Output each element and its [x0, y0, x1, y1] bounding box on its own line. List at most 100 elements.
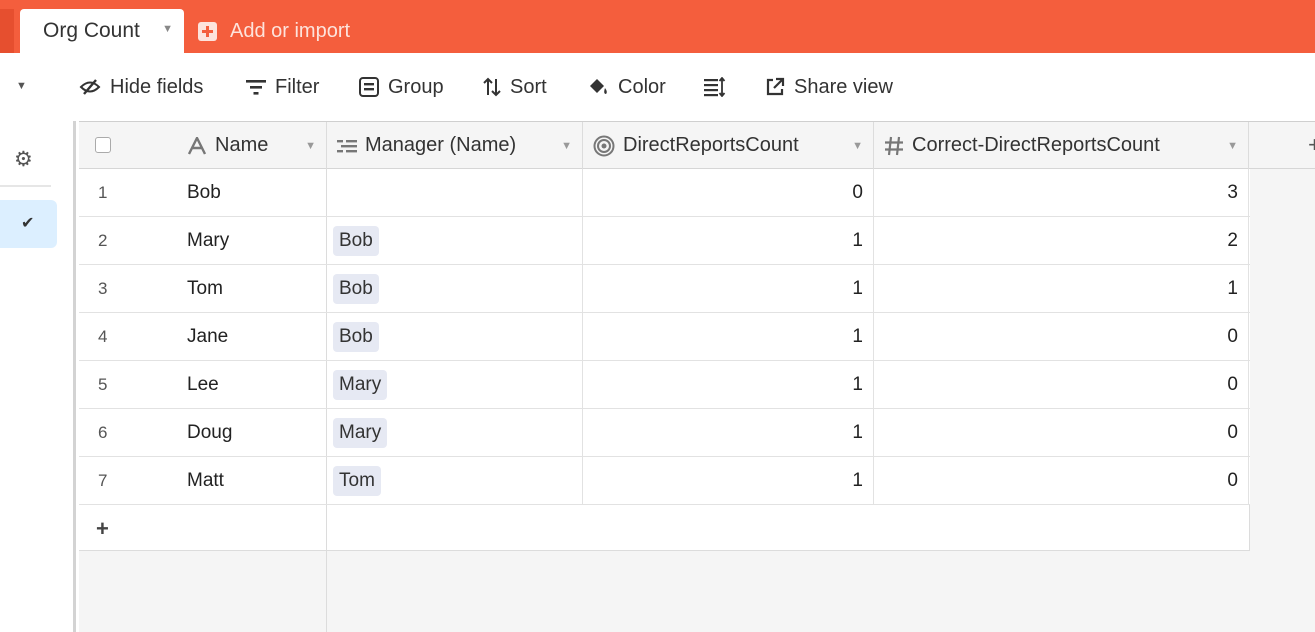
table-row[interactable]: 3 Tom Bob 1 1	[79, 265, 1250, 313]
cell-direct-reports-count[interactable]: 1	[583, 313, 874, 360]
row-number: 5	[98, 374, 108, 394]
sidebar-item-selected-view[interactable]: ✔	[0, 200, 57, 248]
cell-direct-reports-count[interactable]: 1	[583, 361, 874, 408]
cell-manager[interactable]: Mary	[327, 409, 583, 456]
text-field-icon	[187, 136, 207, 155]
linked-record-chip[interactable]: Bob	[333, 273, 379, 304]
color-button[interactable]: Color	[587, 73, 666, 101]
add-or-import-button[interactable]: Add or import	[198, 9, 350, 53]
table-row[interactable]: 6 Doug Mary 1 0	[79, 409, 1250, 457]
cell-name[interactable]: Bob	[187, 169, 327, 216]
linked-record-chip[interactable]: Mary	[333, 417, 388, 448]
add-field-button[interactable]: +	[1249, 122, 1315, 169]
chevron-down-icon[interactable]: ▼	[1227, 140, 1238, 152]
cell-direct-reports-count[interactable]: 1	[583, 409, 874, 456]
header-name-content: Name	[187, 134, 268, 157]
row-number: 7	[98, 470, 108, 490]
row-height-button[interactable]	[704, 73, 735, 101]
cell-manager[interactable]: Mary	[327, 361, 583, 408]
chevron-down-icon[interactable]: ▼	[305, 140, 316, 152]
cell-direct-reports-count[interactable]: 1	[583, 265, 874, 312]
plus-icon: +	[96, 516, 109, 541]
header-direct-reports-count[interactable]: DirectReportsCount ▼	[583, 122, 874, 169]
cell-correct-direct-reports-count[interactable]: 2	[874, 217, 1249, 264]
add-record-row[interactable]: +	[79, 505, 1250, 551]
eye-slash-icon	[79, 79, 101, 95]
tab-bar: Org Count ▼ Add or import	[0, 0, 1315, 53]
cell-name[interactable]: Doug	[187, 409, 327, 456]
linked-record-chip[interactable]: Bob	[333, 321, 379, 352]
row-height-icon	[704, 77, 726, 97]
hide-fields-button[interactable]: Hide fields	[79, 73, 203, 101]
plus-square-icon	[198, 21, 217, 41]
sort-label: Sort	[510, 75, 547, 98]
view-toolbar: ▼ Hide fields Filter Group Sort Color Sh…	[0, 53, 1315, 121]
linked-record-chip[interactable]: Bob	[333, 225, 379, 256]
group-icon	[359, 77, 379, 97]
linked-record-chip[interactable]: Tom	[333, 465, 381, 496]
color-label: Color	[618, 75, 666, 98]
header-name[interactable]: Name ▼	[79, 122, 327, 169]
cell-manager[interactable]	[327, 169, 583, 216]
filter-button[interactable]: Filter	[246, 73, 319, 101]
cell-correct-direct-reports-count[interactable]: 3	[874, 169, 1249, 216]
cell-name[interactable]: Matt	[187, 457, 327, 504]
number-field-icon	[885, 136, 903, 155]
tab-org-count[interactable]: Org Count ▼	[20, 9, 184, 53]
chevron-down-icon[interactable]: ▼	[162, 23, 173, 35]
row-number: 2	[98, 230, 108, 250]
hide-fields-label: Hide fields	[110, 75, 204, 98]
previous-tab-stub[interactable]	[0, 9, 14, 53]
row-number: 6	[98, 422, 108, 442]
header-correct-direct-reports-label: Correct-DirectReportsCount	[912, 134, 1160, 156]
header-correct-direct-reports-count[interactable]: Correct-DirectReportsCount ▼	[874, 122, 1249, 169]
cell-correct-direct-reports-count[interactable]: 0	[874, 361, 1249, 408]
sort-arrows-icon	[483, 77, 501, 97]
cell-manager[interactable]: Bob	[327, 217, 583, 264]
lookup-field-icon	[337, 139, 357, 152]
table-row[interactable]: 4 Jane Bob 1 0	[79, 313, 1250, 361]
table-row[interactable]: 1 Bob 0 3	[79, 169, 1250, 217]
cell-correct-direct-reports-count[interactable]: 0	[874, 457, 1249, 504]
cell-correct-direct-reports-count[interactable]: 0	[874, 409, 1249, 456]
table-row[interactable]: 7 Matt Tom 1 0	[79, 457, 1250, 505]
cell-name[interactable]: Jane	[187, 313, 327, 360]
table-row[interactable]: 5 Lee Mary 1 0	[79, 361, 1250, 409]
cell-manager[interactable]: Tom	[327, 457, 583, 504]
cell-manager[interactable]: Bob	[327, 313, 583, 360]
cell-direct-reports-count[interactable]: 0	[583, 169, 874, 216]
cell-manager[interactable]: Bob	[327, 265, 583, 312]
row-number: 3	[98, 278, 108, 298]
gear-icon[interactable]: ⚙	[14, 149, 33, 171]
group-label: Group	[388, 75, 444, 98]
sort-button[interactable]: Sort	[483, 73, 547, 101]
cell-name[interactable]: Lee	[187, 361, 327, 408]
cell-correct-direct-reports-count[interactable]: 1	[874, 265, 1249, 312]
header-name-label: Name	[215, 134, 269, 156]
cell-direct-reports-count[interactable]: 1	[583, 457, 874, 504]
view-switcher-chevron-icon[interactable]: ▼	[16, 80, 27, 92]
cell-direct-reports-count[interactable]: 1	[583, 217, 874, 264]
linked-record-chip[interactable]: Mary	[333, 369, 388, 400]
chevron-down-icon[interactable]: ▼	[561, 140, 572, 152]
rollup-field-icon	[593, 135, 615, 156]
share-external-icon	[766, 77, 785, 96]
header-manager[interactable]: Manager (Name) ▼	[327, 122, 583, 169]
chevron-down-icon[interactable]: ▼	[852, 140, 863, 152]
share-view-label: Share view	[794, 75, 893, 98]
group-button[interactable]: Group	[359, 73, 444, 101]
cell-name[interactable]: Mary	[187, 217, 327, 264]
select-all-checkbox[interactable]	[95, 137, 111, 153]
cell-correct-direct-reports-count[interactable]: 0	[874, 313, 1249, 360]
cell-name[interactable]: Tom	[187, 265, 327, 312]
share-view-button[interactable]: Share view	[765, 73, 893, 101]
tab-label: Org Count	[43, 19, 140, 42]
row-number: 4	[98, 326, 108, 346]
header-direct-reports-label: DirectReportsCount	[623, 134, 799, 156]
table-row[interactable]: 2 Mary Bob 1 2	[79, 217, 1250, 265]
filter-label: Filter	[275, 75, 320, 98]
filter-icon	[246, 80, 266, 95]
view-sidebar: ⚙ ✔	[0, 121, 76, 632]
sidebar-divider	[0, 185, 51, 187]
paint-bucket-icon	[590, 79, 607, 94]
